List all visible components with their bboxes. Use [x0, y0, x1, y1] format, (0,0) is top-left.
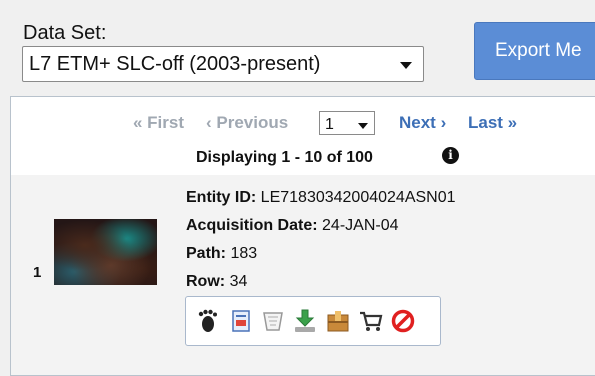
- compare-icon[interactable]: [261, 309, 285, 333]
- first-page-link: « First: [133, 113, 185, 132]
- result-index: 1: [33, 264, 42, 281]
- path-label: Path:: [186, 245, 226, 262]
- path-value: 183: [230, 245, 258, 262]
- results-count: Displaying 1 - 10 of 100: [196, 149, 373, 166]
- metadata-icon[interactable]: [229, 309, 253, 333]
- dataset-select[interactable]: L7 ETM+ SLC-off (2003-present): [22, 46, 424, 82]
- next-page-link[interactable]: Next ›: [399, 113, 446, 133]
- chevron-down-icon: [358, 123, 368, 129]
- entity-id-line: Entity ID: LE71830342004024ASN01: [186, 189, 456, 207]
- entity-id-label: Entity ID:: [186, 189, 257, 206]
- last-page-link[interactable]: Last »: [468, 113, 517, 133]
- path-line: Path: 183: [186, 245, 257, 263]
- entity-id-value: LE71830342004024ASN01: [260, 189, 456, 206]
- download-icon[interactable]: [293, 309, 317, 333]
- chevron-down-icon: [400, 62, 412, 69]
- result-row: 1 Entity ID: LE71830342004024ASN01 Acqui…: [11, 175, 595, 375]
- pagination: « First ‹ Previous 1 Next › Last »: [11, 111, 595, 137]
- footprint-icon[interactable]: [196, 309, 220, 333]
- exclude-icon[interactable]: [391, 309, 415, 333]
- row-value: 34: [229, 273, 248, 290]
- dataset-label: Data Set:: [23, 22, 107, 44]
- info-icon[interactable]: i: [442, 147, 459, 164]
- acquisition-date-value: 24-JAN-04: [322, 217, 399, 234]
- cart-icon[interactable]: [359, 309, 383, 333]
- row-line: Row: 34: [186, 273, 247, 291]
- acquisition-date-line: Acquisition Date: 24-JAN-04: [186, 217, 399, 235]
- row-label: Row:: [186, 273, 226, 290]
- page-number-select[interactable]: 1: [319, 111, 375, 135]
- page-number-value: 1: [325, 116, 334, 133]
- acquisition-date-label: Acquisition Date:: [186, 217, 318, 234]
- export-metadata-button[interactable]: Export Me: [474, 22, 595, 80]
- dataset-select-value: L7 ETM+ SLC-off (2003-present): [29, 53, 321, 75]
- scene-thumbnail[interactable]: [54, 219, 157, 285]
- results-panel: « First ‹ Previous 1 Next › Last » Displ…: [10, 96, 595, 376]
- previous-page-link: ‹ Previous: [206, 113, 289, 132]
- bulk-download-icon[interactable]: [326, 309, 350, 333]
- result-actions-toolbar: [185, 296, 441, 346]
